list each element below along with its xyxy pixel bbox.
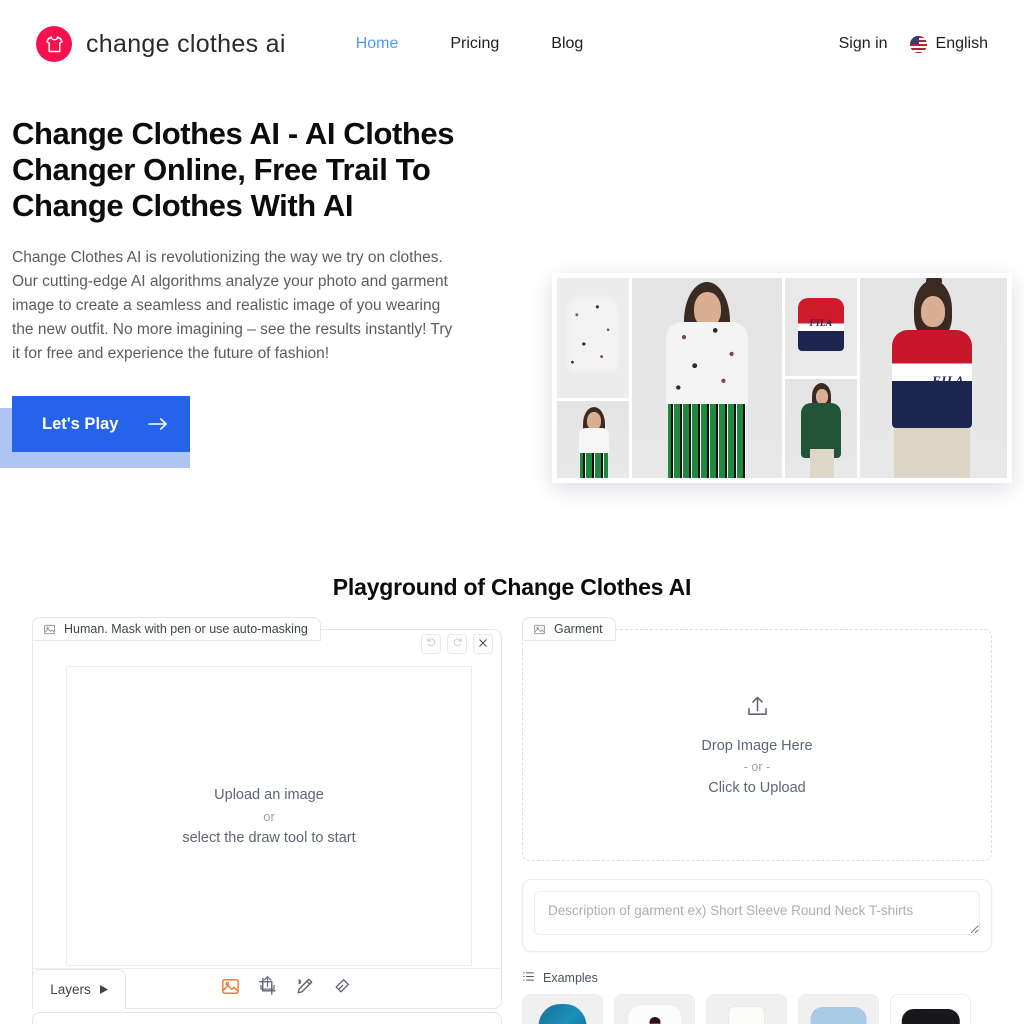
lets-play-button[interactable]: Let's Play (12, 396, 190, 452)
main-nav: Home Pricing Blog (356, 35, 584, 53)
drawing-tools (219, 977, 353, 1000)
playground-section: Human. Mask with pen or use auto-masking (0, 601, 1024, 1024)
nav-link-pricing[interactable]: Pricing (450, 35, 499, 53)
click-to-upload-label: Click to Upload (708, 780, 806, 796)
garment-column: Garment Drop Image Here - or - Click to … (522, 617, 992, 1024)
example-thumbnail[interactable] (798, 994, 879, 1024)
upload-icon (745, 694, 770, 724)
example-thumbnail[interactable] (614, 994, 695, 1024)
site-header: change clothes ai Home Pricing Blog Sign… (0, 0, 1024, 88)
garment-description-input[interactable] (534, 891, 980, 935)
example-thumbnail[interactable]: Stussy (890, 994, 971, 1024)
pen-icon (295, 977, 314, 1001)
drop-image-label: Drop Image Here (701, 738, 813, 754)
human-panel-tab-label: Human. Mask with pen or use auto-masking (64, 622, 308, 636)
crop-tool-button[interactable] (256, 977, 279, 1000)
example-thumbnail[interactable] (706, 994, 787, 1024)
garment-description-card (522, 879, 992, 952)
image-placeholder-icon (533, 623, 546, 636)
fila-logo-text: FILA (932, 373, 965, 388)
garment-dropzone[interactable]: Garment Drop Image Here - or - Click to … (522, 617, 992, 861)
cta-label: Let's Play (42, 414, 119, 433)
examples-header: Examples (522, 970, 992, 986)
image-tool-button[interactable] (219, 977, 242, 1000)
redo-icon (452, 635, 463, 653)
nav-link-home[interactable]: Home (356, 35, 399, 53)
hero-section: Change Clothes AI - AI Clothes Changer O… (0, 88, 1024, 483)
brand-name: change clothes ai (86, 29, 286, 58)
collage-cell-model-white-tee (557, 401, 629, 478)
collage-cell-model-blouse-stripes (632, 278, 782, 478)
collage-cell-model-fila: FILA (860, 278, 1007, 478)
image-icon (221, 977, 240, 1001)
collage-cell-blouse (557, 278, 629, 398)
garment-panel-tab-label: Garment (554, 622, 603, 636)
cta-wrapper: Let's Play (0, 396, 202, 468)
page-title: Change Clothes AI - AI Clothes Changer O… (12, 116, 455, 223)
examples-list: Stussy (522, 994, 992, 1024)
examples-label: Examples (543, 971, 598, 985)
eraser-icon (332, 977, 351, 1001)
clear-canvas-button[interactable] (473, 634, 493, 654)
garment-panel-tab: Garment (522, 617, 616, 641)
layers-label: Layers (50, 982, 91, 997)
hero-description: Change Clothes AI is revolutionizing the… (12, 249, 453, 362)
hero-text-block: Change Clothes AI - AI Clothes Changer O… (0, 116, 500, 468)
playground-title: Playground of Change Clothes AI (332, 574, 692, 600)
collage-column-3: FILA (785, 278, 857, 478)
layers-button[interactable]: Layers (32, 969, 126, 1009)
human-panel-tab: Human. Mask with pen or use auto-masking (32, 617, 321, 641)
example-thumbnail[interactable] (522, 994, 603, 1024)
header-actions: Sign in English (839, 35, 988, 53)
language-label: English (935, 35, 988, 52)
close-icon (478, 635, 488, 653)
language-selector[interactable]: English (909, 35, 988, 53)
human-drawing-canvas[interactable]: Upload an image or select the draw tool … (66, 666, 472, 966)
arrow-right-icon (148, 417, 168, 431)
hero-collage-image: FILA FILA (552, 273, 1012, 483)
image-placeholder-icon (43, 623, 56, 636)
eraser-tool-button[interactable] (330, 977, 353, 1000)
list-icon (522, 970, 535, 986)
next-panel-partial (32, 1012, 502, 1024)
page-root: change clothes ai Home Pricing Blog Sign… (0, 0, 1024, 1024)
pen-tool-button[interactable] (293, 977, 316, 1000)
canvas-hint-line2: or (263, 808, 275, 824)
tshirt-icon (36, 26, 72, 62)
collage-cell-fila-tee: FILA (785, 278, 857, 376)
redo-button[interactable] (447, 634, 467, 654)
human-canvas-panel: Human. Mask with pen or use auto-masking (32, 617, 502, 1009)
undo-icon (426, 635, 437, 653)
caret-right-icon (99, 982, 108, 997)
collage: FILA FILA (557, 278, 1007, 478)
undo-button[interactable] (421, 634, 441, 654)
canvas-action-buttons (421, 634, 493, 654)
collage-cell-green-sweater (785, 379, 857, 478)
drop-or-label: - or - (743, 760, 771, 774)
sign-in-button[interactable]: Sign in (839, 35, 888, 53)
canvas-hint-line3: select the draw tool to start (182, 829, 356, 846)
nav-link-blog[interactable]: Blog (551, 35, 583, 53)
canvas-hint-line1: Upload an image (214, 786, 324, 803)
examples-section: Examples (522, 970, 992, 1024)
brand-logo[interactable]: change clothes ai (36, 26, 286, 62)
collage-column-1 (557, 278, 629, 478)
us-flag-icon (909, 35, 927, 53)
crop-icon (258, 977, 277, 1001)
